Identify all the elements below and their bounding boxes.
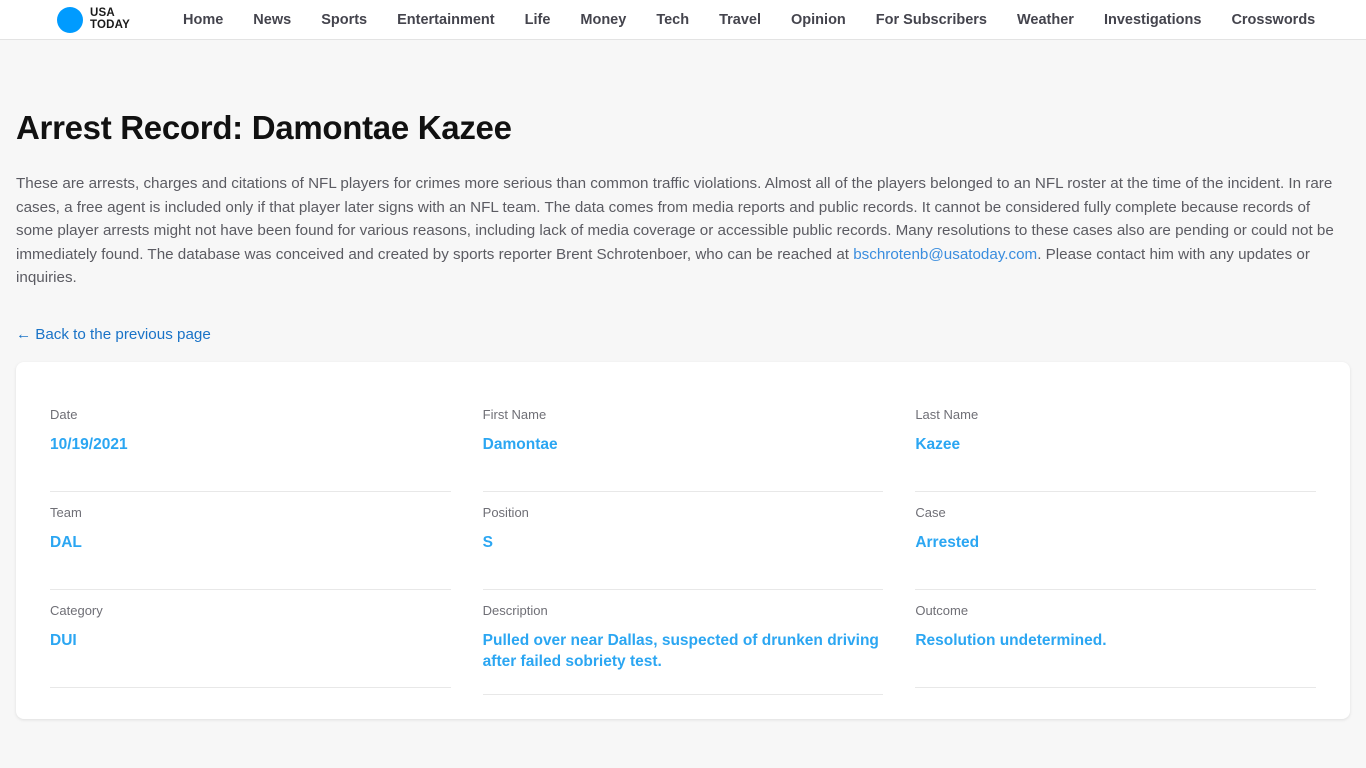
field-label-position: Position	[482, 504, 529, 520]
main-navigation: Home News Sports Entertainment Life Mone…	[168, 12, 1330, 28]
brand-wordmark: USA TODAY	[90, 7, 130, 31]
field-description: Description Pulled over near Dallas, sus…	[482, 590, 884, 695]
field-value-outcome: Resolution undetermined.	[915, 631, 1107, 649]
field-label-outcome: Outcome	[915, 602, 969, 618]
nav-item-for-subscribers[interactable]: For Subscribers	[861, 12, 1002, 28]
nav-item-tech[interactable]: Tech	[641, 12, 704, 28]
field-value-team: DAL	[50, 533, 82, 551]
field-label-case: Case	[915, 504, 946, 520]
field-outcome: Outcome Resolution undetermined.	[915, 590, 1316, 695]
back-to-previous-page-link[interactable]: ← Back to the previous page	[16, 326, 211, 343]
nav-item-crosswords[interactable]: Crosswords	[1216, 12, 1330, 28]
field-value-category: DUI	[50, 631, 77, 649]
field-value-description: Pulled over near Dallas, suspected of dr…	[482, 631, 879, 670]
nav-item-investigations[interactable]: Investigations	[1089, 12, 1217, 28]
site-header: USA TODAY Home News Sports Entertainment…	[0, 0, 1366, 40]
contact-email-link[interactable]: bschrotenb@usatoday.com	[853, 246, 1037, 263]
usa-today-circle-logo-icon	[57, 6, 83, 33]
field-value-last-name: Kazee	[915, 435, 961, 453]
field-last-name: Last Name Kazee	[915, 394, 1316, 492]
field-position: Position S	[482, 492, 884, 590]
back-link-label: Back to the previous page	[35, 325, 211, 343]
page-title: Arrest Record: Damontae Kazee	[16, 109, 512, 146]
nav-item-entertainment[interactable]: Entertainment	[382, 12, 510, 28]
database-description: These are arrests, charges and citations…	[16, 172, 1350, 290]
nav-item-home[interactable]: Home	[168, 12, 238, 28]
field-value-position: S	[482, 533, 493, 551]
field-value-case: Arrested	[915, 533, 980, 551]
field-category: Category DUI	[50, 590, 451, 695]
field-first-name: First Name Damontae	[482, 394, 884, 492]
field-label-first-name: First Name	[482, 406, 547, 422]
field-team: Team DAL	[50, 492, 451, 590]
field-value-date: 10/19/2021	[50, 435, 128, 453]
usa-today-logo[interactable]: USA TODAY	[57, 6, 130, 33]
field-label-date: Date	[50, 406, 78, 422]
record-field-grid: Date 10/19/2021 First Name Damontae Last…	[50, 394, 1316, 695]
field-date: Date 10/19/2021	[50, 394, 451, 492]
brand-line-1: USA	[90, 7, 115, 19]
nav-item-life[interactable]: Life	[510, 12, 566, 28]
page-content: Arrest Record: Damontae Kazee These are …	[0, 108, 1366, 719]
nav-item-money[interactable]: Money	[565, 12, 641, 28]
nav-item-opinion[interactable]: Opinion	[776, 12, 861, 28]
arrow-left-icon: ←	[16, 325, 32, 343]
nav-item-news[interactable]: News	[238, 12, 306, 28]
field-label-last-name: Last Name	[915, 406, 979, 422]
field-value-first-name: Damontae	[482, 435, 558, 453]
field-label-team: Team	[50, 504, 82, 520]
brand-line-2: TODAY	[90, 18, 130, 31]
nav-item-sports[interactable]: Sports	[306, 12, 382, 28]
nav-item-weather[interactable]: Weather	[1002, 12, 1089, 28]
nav-item-travel[interactable]: Travel	[704, 12, 776, 28]
field-case: Case Arrested	[915, 492, 1316, 590]
field-label-category: Category	[50, 602, 103, 618]
arrest-record-card: Date 10/19/2021 First Name Damontae Last…	[16, 361, 1350, 719]
field-label-description: Description	[482, 602, 548, 618]
